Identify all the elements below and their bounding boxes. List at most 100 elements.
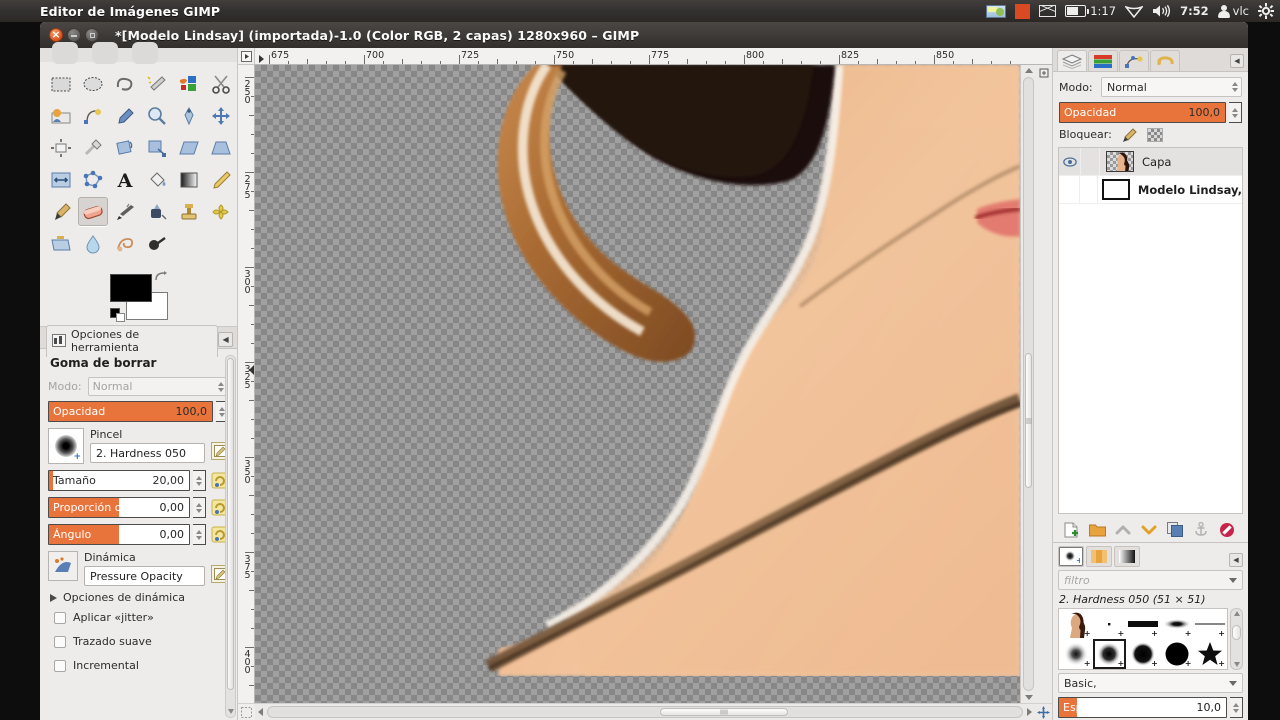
- crop-tool[interactable]: [78, 133, 108, 162]
- tab-paths[interactable]: [1119, 50, 1149, 71]
- free-select-tool[interactable]: [110, 69, 140, 98]
- brush-hardness-100[interactable]: +: [1160, 639, 1194, 669]
- volume-icon[interactable]: [1152, 4, 1171, 18]
- tool-options-menu-button[interactable]: ◀: [218, 332, 233, 347]
- ink-tool[interactable]: [142, 197, 172, 226]
- canvas[interactable]: [255, 65, 1020, 703]
- text-tool[interactable]: A: [110, 165, 140, 194]
- rect-select-tool[interactable]: [46, 69, 76, 98]
- dynamics-options-expander[interactable]: Opciones de dinámica: [50, 591, 229, 604]
- paths-tool[interactable]: [78, 101, 108, 130]
- spacing-slider[interactable]: Espaciado 10,0: [1058, 697, 1227, 718]
- brush-hardness-100-bar[interactable]: +: [1126, 609, 1160, 639]
- system-gear-icon[interactable]: [1258, 3, 1274, 19]
- new-layer-button[interactable]: [1062, 521, 1080, 539]
- shear-tool[interactable]: [174, 133, 204, 162]
- brush-thin-line[interactable]: +: [1193, 609, 1227, 639]
- brush-grid[interactable]: + + + + + + + + + +: [1058, 608, 1228, 670]
- close-button[interactable]: [49, 28, 63, 42]
- horizontal-ruler[interactable]: 675 700 725 750 775 800 825 850: [255, 48, 1052, 65]
- brush-grid-scrollbar[interactable]: [1230, 608, 1243, 670]
- layer-link-toggle[interactable]: [1080, 148, 1100, 175]
- rotate-tool[interactable]: [110, 133, 140, 162]
- brush-hardness-050[interactable]: +: [1093, 639, 1127, 669]
- vertical-ruler[interactable]: 250 275 300 325 350 375 400: [238, 65, 255, 703]
- smudge-tool[interactable]: [110, 229, 140, 258]
- raise-layer-button[interactable]: [1114, 521, 1132, 539]
- by-color-select-tool[interactable]: [174, 69, 204, 98]
- brush-soft-bar[interactable]: +: [1160, 609, 1194, 639]
- swap-colors-icon[interactable]: [154, 270, 167, 282]
- angle-spinner[interactable]: [193, 524, 206, 545]
- measure-tool[interactable]: [174, 101, 204, 130]
- scale-tool[interactable]: [142, 133, 172, 162]
- dynamics-preview[interactable]: [48, 551, 78, 581]
- brush-star[interactable]: +: [1193, 639, 1227, 669]
- dodge-burn-tool[interactable]: [142, 229, 172, 258]
- lock-alpha-icon[interactable]: [1146, 127, 1163, 142]
- brush-name-field[interactable]: 2. Hardness 050: [90, 443, 205, 463]
- jitter-checkbox[interactable]: [54, 611, 66, 624]
- brush-pixel[interactable]: +: [1093, 609, 1127, 639]
- tab-undo-history[interactable]: [1150, 50, 1180, 71]
- heal-tool[interactable]: [206, 197, 236, 226]
- layer-opacity-spinner[interactable]: [1229, 102, 1242, 123]
- zoom-tool[interactable]: [142, 101, 172, 130]
- scissors-select-tool[interactable]: [206, 69, 236, 98]
- spacing-spinner[interactable]: [1230, 697, 1243, 718]
- bucket-fill-tool[interactable]: [142, 165, 172, 194]
- foreground-color-swatch[interactable]: [110, 274, 152, 302]
- opacity-slider[interactable]: Opacidad 100,0: [48, 401, 213, 422]
- cage-transform-tool[interactable]: [78, 165, 108, 194]
- navigation-preview-button[interactable]: [1035, 704, 1052, 720]
- perspective-tool[interactable]: [206, 133, 236, 162]
- brush-group-select[interactable]: Basic,: [1058, 673, 1243, 693]
- align-tool[interactable]: [46, 133, 76, 162]
- airbrush-tool[interactable]: [110, 197, 140, 226]
- foreground-select-tool[interactable]: [46, 101, 76, 130]
- chevron-down-icon[interactable]: [1229, 578, 1237, 583]
- zoom-image-button[interactable]: [1036, 65, 1052, 81]
- chevron-down-icon[interactable]: [1229, 681, 1237, 686]
- tab-brushes[interactable]: +: [1058, 546, 1084, 567]
- tool-options-scrollbar[interactable]: [225, 355, 236, 718]
- app-menu-title[interactable]: Editor de Imágenes GIMP: [40, 4, 220, 19]
- flip-tool[interactable]: [46, 165, 76, 194]
- layer-list[interactable]: Capa Modelo Lindsay,: [1058, 147, 1243, 514]
- keyboard-layout-icon[interactable]: [986, 4, 1007, 18]
- session-indicator[interactable]: vlc: [1217, 4, 1249, 18]
- battery-indicator[interactable]: 1:17: [1065, 4, 1116, 18]
- brush-hardness-075[interactable]: +: [1126, 639, 1160, 669]
- paintbrush-tool[interactable]: [46, 197, 76, 226]
- incremental-checkbox-row[interactable]: Incremental: [54, 659, 229, 672]
- aspect-spinner[interactable]: [193, 497, 206, 518]
- tab-gradients[interactable]: [1114, 546, 1140, 567]
- blur-sharpen-tool[interactable]: [78, 229, 108, 258]
- table-row[interactable]: Capa: [1059, 148, 1242, 176]
- tab-channels[interactable]: [1088, 50, 1118, 71]
- clone-tool[interactable]: [174, 197, 204, 226]
- menu-corner-button[interactable]: [238, 48, 255, 65]
- brush-preview[interactable]: +: [48, 428, 84, 464]
- tab-patterns[interactable]: [1086, 546, 1112, 567]
- minimize-button[interactable]: [67, 28, 81, 42]
- wifi-icon[interactable]: [1125, 5, 1144, 18]
- gradient-tool[interactable]: [174, 165, 204, 194]
- clock-indicator[interactable]: 7:52: [1180, 4, 1209, 18]
- move-tool[interactable]: [206, 101, 236, 130]
- anchor-layer-button[interactable]: [1192, 521, 1210, 539]
- tab-layers[interactable]: [1057, 50, 1087, 71]
- lower-layer-button[interactable]: [1140, 521, 1158, 539]
- layer-opacity-slider[interactable]: Opacidad 100,0: [1059, 102, 1226, 123]
- delete-layer-button[interactable]: [1218, 521, 1236, 539]
- new-layer-group-button[interactable]: [1088, 521, 1106, 539]
- smooth-checkbox-row[interactable]: Trazado suave: [54, 635, 229, 648]
- size-slider[interactable]: Tamaño 20,00: [48, 470, 190, 491]
- angle-slider[interactable]: Ángulo 0,00: [48, 524, 190, 545]
- brush-filter-input[interactable]: filtro: [1058, 570, 1243, 590]
- lock-pixels-icon[interactable]: [1121, 127, 1138, 142]
- smooth-checkbox[interactable]: [54, 635, 66, 648]
- window-titlebar[interactable]: *[Modelo Lindsay] (importada)-1.0 (Color…: [40, 22, 1248, 48]
- color-indicator[interactable]: [40, 264, 237, 326]
- fuzzy-select-tool[interactable]: [142, 69, 172, 98]
